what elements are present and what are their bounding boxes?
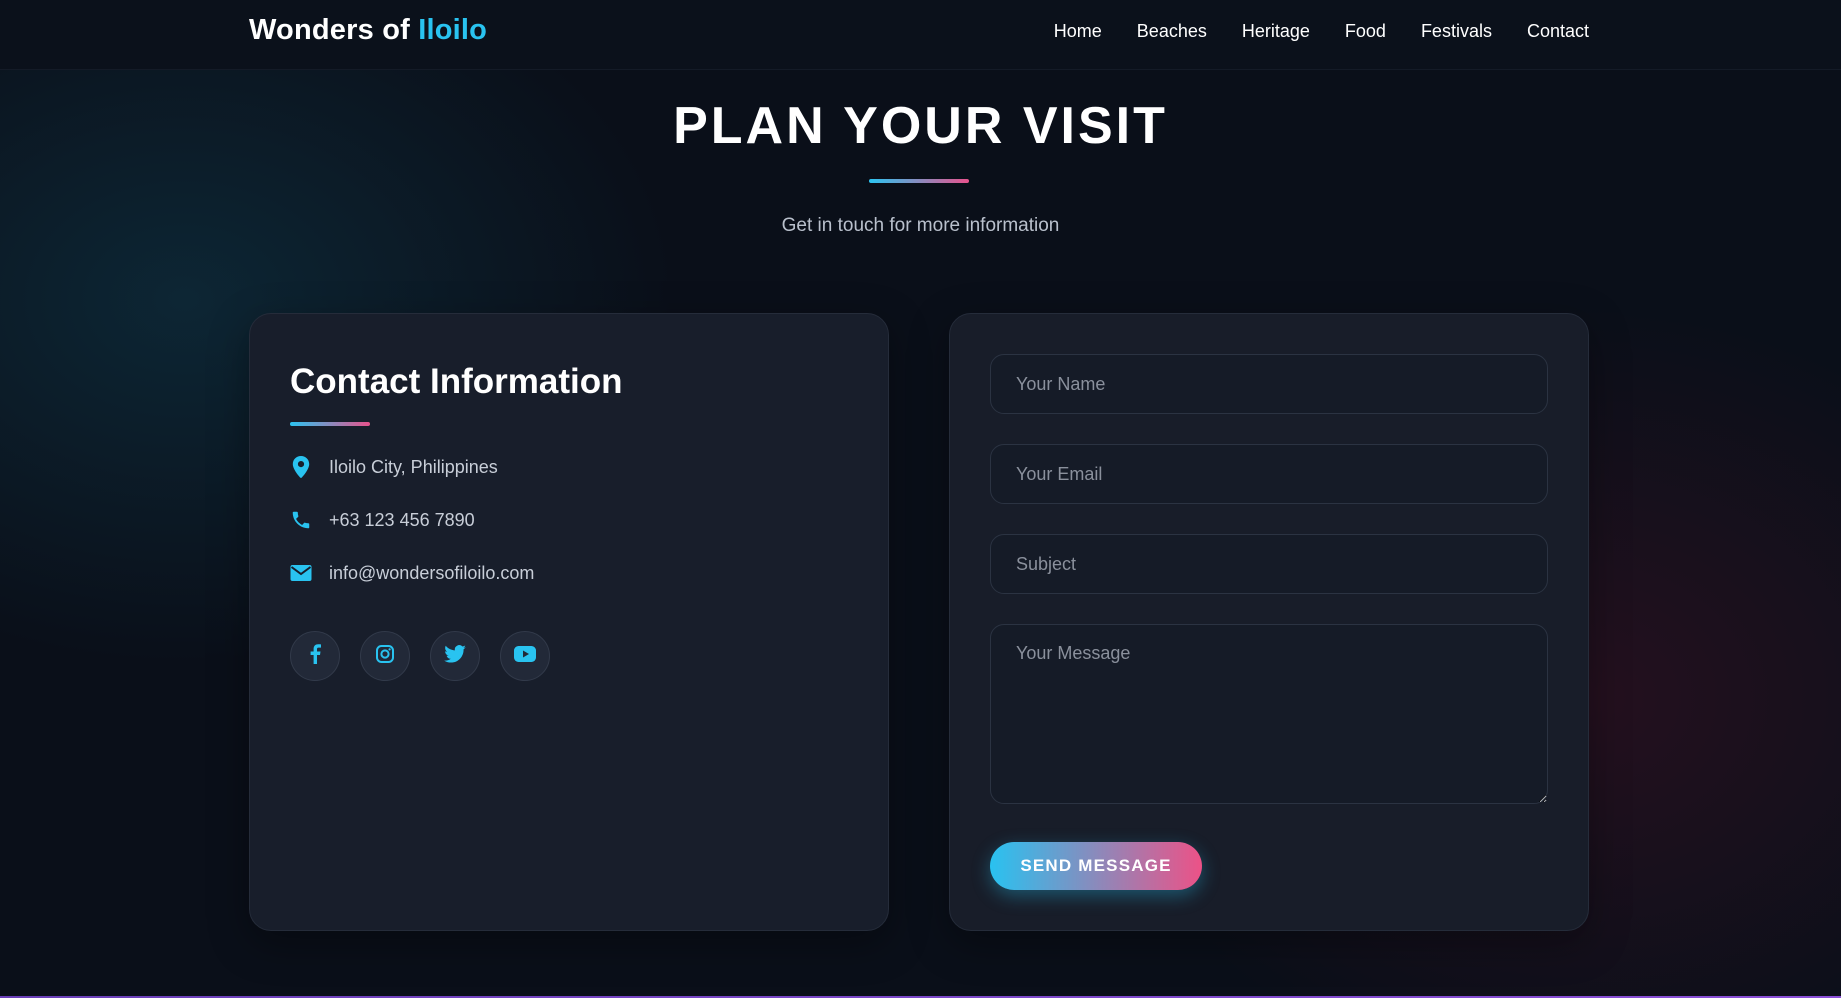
name-input[interactable] bbox=[990, 354, 1548, 414]
contact-phone-text: +63 123 456 7890 bbox=[329, 509, 475, 530]
facebook-icon bbox=[309, 643, 321, 669]
envelope-icon bbox=[290, 562, 312, 584]
send-message-button[interactable]: SEND MESSAGE bbox=[990, 842, 1202, 890]
nav-link-food[interactable]: Food bbox=[1345, 21, 1386, 42]
instagram-button[interactable] bbox=[360, 631, 410, 681]
contact-phone-row: +63 123 456 7890 bbox=[290, 509, 475, 531]
phone-icon bbox=[290, 509, 312, 531]
social-links bbox=[290, 631, 550, 681]
brand-accent: Iloilo bbox=[418, 14, 488, 46]
navbar: Wonders of Iloilo Home Beaches Heritage … bbox=[0, 0, 1841, 70]
youtube-icon bbox=[514, 645, 536, 667]
nav-link-contact[interactable]: Contact bbox=[1527, 21, 1589, 42]
contact-info-card: Contact Information Iloilo City, Philipp… bbox=[249, 313, 889, 931]
nav-link-home[interactable]: Home bbox=[1054, 21, 1102, 42]
nav-link-heritage[interactable]: Heritage bbox=[1242, 21, 1310, 42]
contact-info-title: Contact Information bbox=[290, 362, 623, 401]
facebook-button[interactable] bbox=[290, 631, 340, 681]
contact-info-underline bbox=[290, 422, 370, 426]
contact-form-card: SEND MESSAGE bbox=[949, 313, 1589, 931]
twitter-button[interactable] bbox=[430, 631, 480, 681]
page-title: PLAN YOUR VISIT bbox=[673, 97, 1168, 155]
instagram-icon bbox=[376, 644, 394, 668]
nav-link-beaches[interactable]: Beaches bbox=[1137, 21, 1207, 42]
contact-location-row: Iloilo City, Philippines bbox=[290, 456, 498, 478]
contact-email-text: info@wondersofiloilo.com bbox=[329, 562, 535, 583]
nav-links: Home Beaches Heritage Food Festivals Con… bbox=[1019, 21, 1589, 42]
map-pin-icon bbox=[290, 456, 312, 478]
message-textarea[interactable] bbox=[990, 624, 1548, 804]
twitter-icon bbox=[444, 644, 466, 668]
email-input[interactable] bbox=[990, 444, 1548, 504]
title-underline bbox=[869, 179, 969, 183]
subject-input[interactable] bbox=[990, 534, 1548, 594]
brand-logo[interactable]: Wonders of Iloilo bbox=[249, 14, 487, 47]
contact-email-row: info@wondersofiloilo.com bbox=[290, 562, 534, 584]
youtube-button[interactable] bbox=[500, 631, 550, 681]
brand-main: Wonders of bbox=[249, 14, 419, 46]
page-subtitle: Get in touch for more information bbox=[781, 215, 1060, 236]
nav-link-festivals[interactable]: Festivals bbox=[1421, 21, 1492, 42]
contact-location-text: Iloilo City, Philippines bbox=[329, 456, 498, 477]
